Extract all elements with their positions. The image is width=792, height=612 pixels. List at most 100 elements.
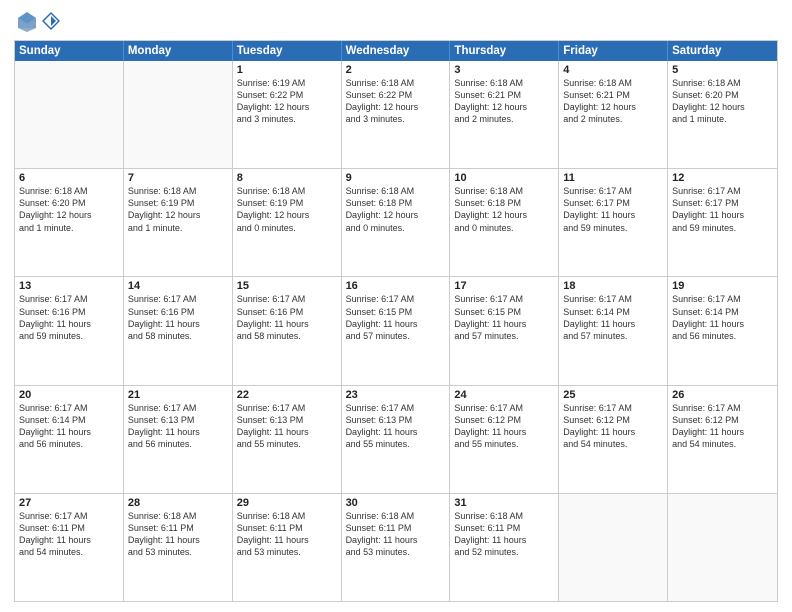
calendar: SundayMondayTuesdayWednesdayThursdayFrid… — [14, 40, 778, 602]
day-number: 18 — [563, 280, 663, 292]
header-day-saturday: Saturday — [668, 41, 777, 61]
week-row-2: 6Sunrise: 6:18 AM Sunset: 6:20 PM Daylig… — [15, 168, 777, 276]
day-number: 12 — [672, 172, 773, 184]
day-info: Sunrise: 6:17 AM Sunset: 6:17 PM Dayligh… — [672, 185, 773, 234]
day-info: Sunrise: 6:17 AM Sunset: 6:16 PM Dayligh… — [128, 293, 228, 342]
day-info: Sunrise: 6:18 AM Sunset: 6:20 PM Dayligh… — [672, 77, 773, 126]
day-number: 26 — [672, 389, 773, 401]
day-cell-1: 1Sunrise: 6:19 AM Sunset: 6:22 PM Daylig… — [233, 61, 342, 168]
logo-triangle-icon — [42, 12, 60, 30]
day-cell-24: 24Sunrise: 6:17 AM Sunset: 6:12 PM Dayli… — [450, 386, 559, 493]
day-info: Sunrise: 6:18 AM Sunset: 6:11 PM Dayligh… — [128, 510, 228, 559]
day-number: 28 — [128, 497, 228, 509]
day-info: Sunrise: 6:17 AM Sunset: 6:13 PM Dayligh… — [346, 402, 446, 451]
day-cell-13: 13Sunrise: 6:17 AM Sunset: 6:16 PM Dayli… — [15, 277, 124, 384]
day-cell-9: 9Sunrise: 6:18 AM Sunset: 6:18 PM Daylig… — [342, 169, 451, 276]
day-cell-3: 3Sunrise: 6:18 AM Sunset: 6:21 PM Daylig… — [450, 61, 559, 168]
day-info: Sunrise: 6:18 AM Sunset: 6:11 PM Dayligh… — [454, 510, 554, 559]
calendar-header: SundayMondayTuesdayWednesdayThursdayFrid… — [15, 41, 777, 61]
header — [14, 10, 778, 32]
day-cell-30: 30Sunrise: 6:18 AM Sunset: 6:11 PM Dayli… — [342, 494, 451, 601]
day-info: Sunrise: 6:18 AM Sunset: 6:22 PM Dayligh… — [346, 77, 446, 126]
day-cell-7: 7Sunrise: 6:18 AM Sunset: 6:19 PM Daylig… — [124, 169, 233, 276]
day-info: Sunrise: 6:17 AM Sunset: 6:16 PM Dayligh… — [237, 293, 337, 342]
day-info: Sunrise: 6:17 AM Sunset: 6:14 PM Dayligh… — [563, 293, 663, 342]
day-number: 17 — [454, 280, 554, 292]
day-number: 15 — [237, 280, 337, 292]
header-day-wednesday: Wednesday — [342, 41, 451, 61]
day-info: Sunrise: 6:18 AM Sunset: 6:20 PM Dayligh… — [19, 185, 119, 234]
day-number: 14 — [128, 280, 228, 292]
day-cell-11: 11Sunrise: 6:17 AM Sunset: 6:17 PM Dayli… — [559, 169, 668, 276]
day-number: 31 — [454, 497, 554, 509]
day-number: 23 — [346, 389, 446, 401]
day-number: 24 — [454, 389, 554, 401]
day-info: Sunrise: 6:18 AM Sunset: 6:21 PM Dayligh… — [454, 77, 554, 126]
day-info: Sunrise: 6:17 AM Sunset: 6:15 PM Dayligh… — [454, 293, 554, 342]
empty-cell — [559, 494, 668, 601]
day-info: Sunrise: 6:19 AM Sunset: 6:22 PM Dayligh… — [237, 77, 337, 126]
day-number: 16 — [346, 280, 446, 292]
day-info: Sunrise: 6:17 AM Sunset: 6:17 PM Dayligh… — [563, 185, 663, 234]
day-info: Sunrise: 6:17 AM Sunset: 6:13 PM Dayligh… — [237, 402, 337, 451]
day-info: Sunrise: 6:17 AM Sunset: 6:15 PM Dayligh… — [346, 293, 446, 342]
day-cell-22: 22Sunrise: 6:17 AM Sunset: 6:13 PM Dayli… — [233, 386, 342, 493]
day-number: 13 — [19, 280, 119, 292]
day-info: Sunrise: 6:17 AM Sunset: 6:12 PM Dayligh… — [454, 402, 554, 451]
day-info: Sunrise: 6:17 AM Sunset: 6:13 PM Dayligh… — [128, 402, 228, 451]
day-cell-16: 16Sunrise: 6:17 AM Sunset: 6:15 PM Dayli… — [342, 277, 451, 384]
day-info: Sunrise: 6:17 AM Sunset: 6:16 PM Dayligh… — [19, 293, 119, 342]
day-number: 5 — [672, 64, 773, 76]
day-info: Sunrise: 6:18 AM Sunset: 6:19 PM Dayligh… — [128, 185, 228, 234]
week-row-1: 1Sunrise: 6:19 AM Sunset: 6:22 PM Daylig… — [15, 61, 777, 168]
day-cell-17: 17Sunrise: 6:17 AM Sunset: 6:15 PM Dayli… — [450, 277, 559, 384]
day-info: Sunrise: 6:18 AM Sunset: 6:11 PM Dayligh… — [346, 510, 446, 559]
day-info: Sunrise: 6:18 AM Sunset: 6:18 PM Dayligh… — [346, 185, 446, 234]
week-row-4: 20Sunrise: 6:17 AM Sunset: 6:14 PM Dayli… — [15, 385, 777, 493]
day-number: 20 — [19, 389, 119, 401]
week-row-5: 27Sunrise: 6:17 AM Sunset: 6:11 PM Dayli… — [15, 493, 777, 601]
day-number: 1 — [237, 64, 337, 76]
week-row-3: 13Sunrise: 6:17 AM Sunset: 6:16 PM Dayli… — [15, 276, 777, 384]
day-cell-31: 31Sunrise: 6:18 AM Sunset: 6:11 PM Dayli… — [450, 494, 559, 601]
header-day-tuesday: Tuesday — [233, 41, 342, 61]
day-cell-29: 29Sunrise: 6:18 AM Sunset: 6:11 PM Dayli… — [233, 494, 342, 601]
day-number: 10 — [454, 172, 554, 184]
header-day-friday: Friday — [559, 41, 668, 61]
header-day-sunday: Sunday — [15, 41, 124, 61]
day-info: Sunrise: 6:17 AM Sunset: 6:12 PM Dayligh… — [563, 402, 663, 451]
day-number: 11 — [563, 172, 663, 184]
day-info: Sunrise: 6:17 AM Sunset: 6:14 PM Dayligh… — [672, 293, 773, 342]
header-day-monday: Monday — [124, 41, 233, 61]
day-cell-8: 8Sunrise: 6:18 AM Sunset: 6:19 PM Daylig… — [233, 169, 342, 276]
day-cell-28: 28Sunrise: 6:18 AM Sunset: 6:11 PM Dayli… — [124, 494, 233, 601]
day-cell-26: 26Sunrise: 6:17 AM Sunset: 6:12 PM Dayli… — [668, 386, 777, 493]
day-cell-2: 2Sunrise: 6:18 AM Sunset: 6:22 PM Daylig… — [342, 61, 451, 168]
day-number: 3 — [454, 64, 554, 76]
day-cell-4: 4Sunrise: 6:18 AM Sunset: 6:21 PM Daylig… — [559, 61, 668, 168]
day-number: 22 — [237, 389, 337, 401]
day-info: Sunrise: 6:18 AM Sunset: 6:19 PM Dayligh… — [237, 185, 337, 234]
day-cell-12: 12Sunrise: 6:17 AM Sunset: 6:17 PM Dayli… — [668, 169, 777, 276]
day-info: Sunrise: 6:17 AM Sunset: 6:12 PM Dayligh… — [672, 402, 773, 451]
header-day-thursday: Thursday — [450, 41, 559, 61]
day-number: 2 — [346, 64, 446, 76]
day-number: 6 — [19, 172, 119, 184]
day-cell-18: 18Sunrise: 6:17 AM Sunset: 6:14 PM Dayli… — [559, 277, 668, 384]
day-number: 27 — [19, 497, 119, 509]
day-cell-21: 21Sunrise: 6:17 AM Sunset: 6:13 PM Dayli… — [124, 386, 233, 493]
empty-cell — [124, 61, 233, 168]
day-number: 21 — [128, 389, 228, 401]
empty-cell — [668, 494, 777, 601]
day-cell-5: 5Sunrise: 6:18 AM Sunset: 6:20 PM Daylig… — [668, 61, 777, 168]
day-info: Sunrise: 6:18 AM Sunset: 6:18 PM Dayligh… — [454, 185, 554, 234]
day-cell-27: 27Sunrise: 6:17 AM Sunset: 6:11 PM Dayli… — [15, 494, 124, 601]
day-number: 30 — [346, 497, 446, 509]
day-cell-20: 20Sunrise: 6:17 AM Sunset: 6:14 PM Dayli… — [15, 386, 124, 493]
day-cell-6: 6Sunrise: 6:18 AM Sunset: 6:20 PM Daylig… — [15, 169, 124, 276]
day-number: 4 — [563, 64, 663, 76]
logo-icon — [16, 10, 38, 32]
calendar-body: 1Sunrise: 6:19 AM Sunset: 6:22 PM Daylig… — [15, 61, 777, 601]
day-info: Sunrise: 6:17 AM Sunset: 6:11 PM Dayligh… — [19, 510, 119, 559]
day-number: 7 — [128, 172, 228, 184]
